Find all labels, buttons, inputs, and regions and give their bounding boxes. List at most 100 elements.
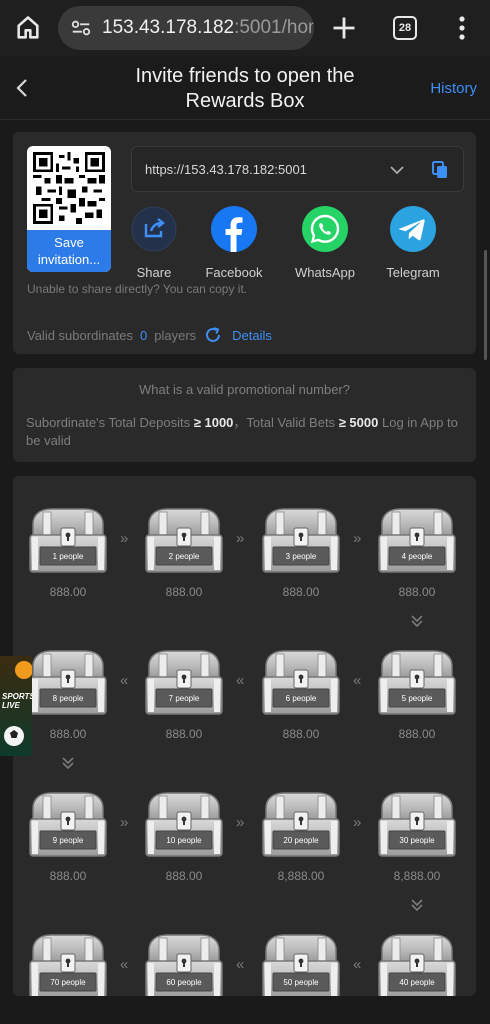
share-option-label: Share xyxy=(136,265,172,280)
invitation-qr-code[interactable]: Save invitation... xyxy=(27,146,111,272)
arrow-down-icon xyxy=(61,756,75,773)
chest-people-label: 60 people xyxy=(166,978,202,987)
save-invitation-button[interactable]: Save invitation... xyxy=(27,230,111,272)
share-icon xyxy=(131,206,177,252)
invite-link-text: https://153.43.178.182:5001 xyxy=(145,162,307,177)
chest-reward-amount: 888.00 xyxy=(282,585,320,599)
tab-count-button[interactable]: 28 xyxy=(393,16,417,40)
reward-chest[interactable]: 2 people xyxy=(143,506,225,574)
info-rule-text: Subordinate's Total Deposits ≥ 1000，Tota… xyxy=(26,414,466,450)
chest-people-label: 8 people xyxy=(52,694,84,703)
chest-people-label: 5 people xyxy=(401,694,433,703)
reward-chest[interactable]: 4 people xyxy=(376,506,458,574)
share-option-label: Telegram xyxy=(386,265,440,280)
reward-chest[interactable]: 1 people xyxy=(27,506,109,574)
reward-chest[interactable]: 10 people xyxy=(143,790,225,858)
back-icon[interactable] xyxy=(12,76,32,100)
facebook-icon xyxy=(211,206,257,252)
share-option-facebook[interactable]: Facebook xyxy=(194,206,274,280)
reward-chest[interactable]: 60 people xyxy=(143,932,225,996)
treasure-chest-icon xyxy=(29,508,107,573)
chest-reward-amount: 888.00 xyxy=(165,869,203,883)
chest-reward-amount: 888.00 xyxy=(165,585,203,599)
reward-chest[interactable]: 6 people xyxy=(260,648,342,716)
chest-people-label: 1 people xyxy=(52,552,84,561)
reward-chest[interactable]: 50 people xyxy=(260,932,342,996)
sports-live-ad[interactable]: SPORTS LIVE xyxy=(0,656,32,756)
reward-chest[interactable]: 70 people xyxy=(27,932,109,996)
telegram-icon xyxy=(390,206,436,252)
reward-chest[interactable]: 7 people xyxy=(143,648,225,716)
page-title: Invite friends to open the Rewards Box xyxy=(135,65,355,112)
treasure-chest-icon xyxy=(262,792,340,857)
chest-people-label: 3 people xyxy=(285,552,317,561)
share-option-telegram[interactable]: Telegram xyxy=(373,206,453,280)
arrow-left-icon: « xyxy=(353,672,362,689)
url-path: :5001/hom xyxy=(234,17,314,38)
reward-chest[interactable]: 8 people xyxy=(27,648,109,716)
copy-icon[interactable] xyxy=(432,161,448,179)
page-header: Invite friends to open the Rewards Box H… xyxy=(0,56,490,120)
chest-people-label: 20 people xyxy=(283,836,319,845)
arrow-left-icon: « xyxy=(120,956,129,973)
chest-reward-amount: 8,888.00 xyxy=(277,869,325,883)
reward-chest[interactable]: 9 people xyxy=(27,790,109,858)
chest-people-label: 70 people xyxy=(50,978,86,987)
reward-chest[interactable]: 40 people xyxy=(376,932,458,996)
chest-people-label: 10 people xyxy=(166,836,202,845)
arrow-right-icon: » xyxy=(120,530,129,547)
scrollbar-thumb[interactable] xyxy=(484,250,487,360)
chest-people-label: 9 people xyxy=(52,836,84,845)
valid-subordinates-count: 0 xyxy=(140,327,148,343)
reward-chest[interactable]: 5 people xyxy=(376,648,458,716)
rule-bet-label: ，Total Valid Bets xyxy=(233,415,336,430)
chest-reward-amount: 888.00 xyxy=(165,727,203,741)
chest-people-label: 6 people xyxy=(285,694,317,703)
chest-people-label: 30 people xyxy=(399,836,435,845)
address-bar[interactable]: 153.43.178.182:5001/hom xyxy=(58,6,314,50)
rule-bet-value: ≥ 5000 xyxy=(338,415,379,430)
share-option-label: Facebook xyxy=(205,265,263,280)
history-link[interactable]: History xyxy=(430,80,477,97)
reward-chest[interactable]: 3 people xyxy=(260,506,342,574)
home-icon[interactable] xyxy=(14,14,42,42)
site-settings-icon[interactable] xyxy=(70,17,92,39)
treasure-chest-icon xyxy=(29,650,107,715)
treasure-chest-icon xyxy=(145,650,223,715)
chest-people-label: 7 people xyxy=(168,694,200,703)
treasure-chest-icon xyxy=(378,508,456,573)
chest-reward-amount: 8,888.00 xyxy=(393,869,441,883)
refresh-icon[interactable] xyxy=(204,326,222,344)
chest-reward-amount: 888.00 xyxy=(49,727,87,741)
details-link[interactable]: Details xyxy=(232,328,272,343)
arrow-right-icon: » xyxy=(353,814,362,831)
chest-people-label: 2 people xyxy=(168,552,200,561)
chest-people-label: 40 people xyxy=(399,978,435,987)
info-question: What is a valid promotional number? xyxy=(139,382,350,397)
whatsapp-icon xyxy=(302,206,348,252)
treasure-chest-icon xyxy=(145,792,223,857)
treasure-chest-icon xyxy=(262,650,340,715)
reward-chest[interactable]: 20 people xyxy=(260,790,342,858)
arrow-left-icon: « xyxy=(236,672,245,689)
new-tab-icon[interactable] xyxy=(330,14,358,42)
share-option-whatsapp[interactable]: WhatsApp xyxy=(285,206,365,280)
treasure-chest-icon xyxy=(29,792,107,857)
invite-link-field[interactable]: https://153.43.178.182:5001 xyxy=(131,146,464,192)
reward-chest[interactable]: 30 people xyxy=(376,790,458,858)
treasure-chest-icon xyxy=(262,508,340,573)
chest-people-label: 4 people xyxy=(401,552,433,561)
treasure-chest-icon xyxy=(378,650,456,715)
arrow-right-icon: » xyxy=(353,530,362,547)
chevron-down-icon[interactable] xyxy=(389,162,405,178)
url-host: 153.43.178.182 xyxy=(102,17,235,38)
treasure-chest-icon xyxy=(378,792,456,857)
more-menu-icon[interactable] xyxy=(452,14,472,42)
valid-subordinates-label: Valid subordinates xyxy=(27,327,133,343)
qr-code-icon xyxy=(33,152,105,224)
chest-reward-amount: 888.00 xyxy=(282,727,320,741)
share-option-share[interactable]: Share xyxy=(114,206,194,280)
copy-hint-text: Unable to share directly? You can copy i… xyxy=(27,282,248,296)
arrow-right-icon: » xyxy=(236,814,245,831)
arrow-left-icon: « xyxy=(120,672,129,689)
